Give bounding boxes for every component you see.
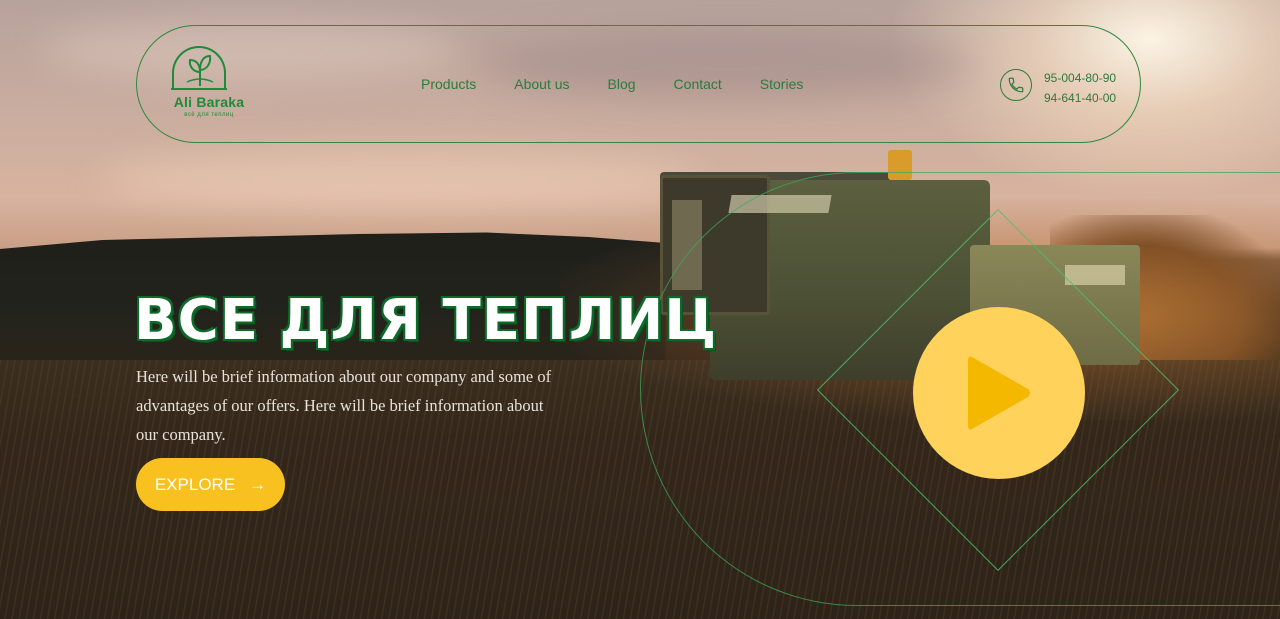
arrow-right-icon: → [249,474,267,494]
nav-item-blog[interactable]: Blog [608,76,636,92]
header-bar: Ali Baraka всё для теплиц Products About… [136,25,1141,143]
nav-item-contact[interactable]: Contact [674,76,722,92]
play-video-button[interactable] [913,307,1085,479]
hero-description: Here will be brief information about our… [136,367,552,444]
main-nav: Products About us Blog Contact Stories [421,76,803,92]
explore-button-label: EXPLORE [154,474,236,494]
phone-icon[interactable] [1000,69,1032,101]
phone-numbers: 95-004-80-90 94-641-40-00 [1044,68,1116,108]
phone-number-2[interactable]: 94-641-40-00 [1044,88,1116,108]
explore-button[interactable]: EXPLORE → [136,458,285,511]
nav-item-stories[interactable]: Stories [760,76,804,92]
logo[interactable]: Ali Baraka всё для теплиц [157,44,247,124]
hero-title: ВСЕ ДЛЯ ТЕПЛИЦ [134,288,718,353]
phone-number-1[interactable]: 95-004-80-90 [1044,68,1116,88]
logo-tagline: всё для теплиц [184,112,234,118]
nav-item-about-us[interactable]: About us [514,76,569,92]
nav-item-products[interactable]: Products [421,76,476,92]
sprout-icon [186,54,214,86]
play-icon [968,356,1030,430]
logo-baseline [171,88,227,90]
phone-glyph-icon [1008,77,1024,93]
logo-name: Ali Baraka [173,94,245,110]
